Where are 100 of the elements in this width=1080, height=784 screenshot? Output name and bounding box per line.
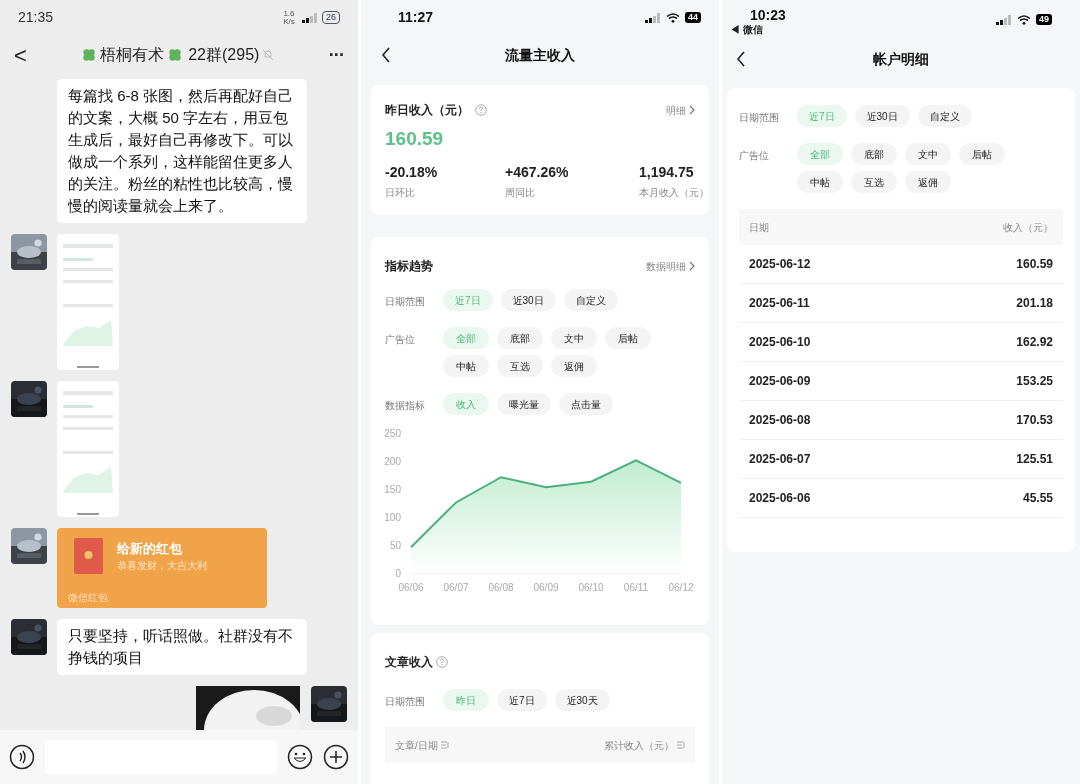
axis-label: 150 xyxy=(384,484,401,495)
axis-label: 50 xyxy=(389,540,401,551)
axis-label: 06/09 xyxy=(533,582,559,593)
axis-label: 0 xyxy=(395,568,401,579)
filter-chip[interactable]: 后帖 xyxy=(605,327,651,349)
filter-chip[interactable]: 近7日 xyxy=(497,689,547,711)
data-detail-link[interactable]: 数据明细 xyxy=(646,258,686,274)
page-title: 流量主收入 xyxy=(505,45,575,65)
table-cell-text: 2025-06-10 xyxy=(749,334,811,351)
clover-icon xyxy=(167,47,184,63)
stat-label: 周同比 xyxy=(505,185,536,200)
section-title: 文章收入 xyxy=(385,654,433,671)
emoji-icon[interactable] xyxy=(287,744,313,770)
filter-label: 日期范围 xyxy=(385,695,426,709)
clover-icon xyxy=(81,47,98,63)
detail-link[interactable]: 明细 xyxy=(666,102,686,118)
stat-value: 1,194.75 xyxy=(639,162,695,182)
filter-chip[interactable]: 互选 xyxy=(851,171,897,193)
filter-chip[interactable]: 中帖 xyxy=(443,355,489,377)
table-cell-text: 201.18 xyxy=(1016,295,1053,312)
axis-label: 06/06 xyxy=(398,582,424,593)
packet-greeting: 恭喜发财，大吉大利 xyxy=(117,559,207,574)
filter-chip[interactable]: 自定义 xyxy=(563,289,618,311)
column-header: 文章/日期 xyxy=(395,738,438,753)
axis-label: 250 xyxy=(384,428,401,439)
stat-label: 日环比 xyxy=(385,185,416,200)
filter-chip[interactable]: 文中 xyxy=(551,327,597,349)
filter-chip[interactable]: 底部 xyxy=(851,143,897,165)
filter-chip[interactable]: 近30日 xyxy=(500,289,556,311)
axis-label: 06/07 xyxy=(443,582,469,593)
chat-count: 22群(295) xyxy=(188,45,260,65)
battery-icon: 49 xyxy=(1036,14,1052,25)
table-cell-text: 160.59 xyxy=(1016,256,1053,273)
table-cell-text: 2025-06-08 xyxy=(749,412,811,429)
table-cell-text: 2025-06-09 xyxy=(749,373,811,390)
back-to-app-link[interactable]: ◀ 微信 xyxy=(730,24,786,36)
filter-chip[interactable]: 后帖 xyxy=(959,143,1005,165)
stat-value: -20.18% xyxy=(385,162,439,182)
income-value: 160.59 xyxy=(385,127,445,151)
card-title: 昨日收入（元） xyxy=(385,102,469,119)
filter-chip[interactable]: 曝光量 xyxy=(497,393,551,415)
back-icon[interactable] xyxy=(381,47,391,63)
battery-icon: 26 xyxy=(322,11,340,24)
wifi-icon xyxy=(1017,14,1031,25)
filter-chip[interactable]: 返佣 xyxy=(905,171,951,193)
envelope-icon xyxy=(74,538,103,574)
filter-label: 广告位 xyxy=(385,333,416,347)
filter-chip[interactable]: 点击量 xyxy=(559,393,613,415)
table-cell-text: 125.51 xyxy=(1016,451,1053,468)
axis-label: 06/10 xyxy=(578,582,604,593)
battery-icon: 44 xyxy=(685,12,701,23)
message-bubble: 只要坚持，听话照做。社群没有不挣钱的项目 xyxy=(57,619,307,675)
chevron-icon xyxy=(689,105,695,115)
table-cell-text: 153.25 xyxy=(1016,373,1053,390)
voice-icon[interactable] xyxy=(9,744,35,770)
table-cell-text: 2025-06-07 xyxy=(749,451,811,468)
signal-icon xyxy=(645,12,661,23)
axis-label: 200 xyxy=(384,456,401,467)
filter-chip[interactable]: 中帖 xyxy=(797,171,843,193)
signal-icon xyxy=(302,12,318,23)
axis-label: 100 xyxy=(384,512,401,523)
table-cell-text: 170.53 xyxy=(1016,412,1053,429)
stat-value: +467.26% xyxy=(505,162,570,182)
more-button[interactable]: ··· xyxy=(328,41,344,69)
chat-title: 梧桐有术 xyxy=(100,45,165,65)
back-button[interactable]: < xyxy=(14,38,27,72)
filter-label: 数据指标 xyxy=(385,399,426,413)
chevron-icon xyxy=(689,261,695,271)
signal-icon xyxy=(996,14,1012,25)
filter-label: 日期范围 xyxy=(739,111,780,125)
mute-icon xyxy=(262,49,275,61)
wifi-icon xyxy=(666,12,680,23)
filter-chip[interactable]: 文中 xyxy=(905,143,951,165)
filter-chip[interactable]: 返佣 xyxy=(551,355,597,377)
message-bubble: 每篇找 6-8 张图，然后再配好自己的文案，大概 50 字左右，用豆包生成后，最好自己再修改下。可以做成一个系列，这样能留住更多人的关注。粉丝的粘性也比较高，慢慢的阅读量就会上来了。 xyxy=(57,79,307,223)
filter-chip[interactable]: 自定义 xyxy=(917,105,972,127)
table-cell-text: 162.92 xyxy=(1016,334,1053,351)
filter-label: 日期范围 xyxy=(385,295,426,309)
page-title: 帐户明细 xyxy=(873,49,929,69)
filter-chip[interactable]: 底部 xyxy=(497,327,543,349)
filter-chip[interactable]: 近30日 xyxy=(854,105,910,127)
axis-label: 06/12 xyxy=(668,582,694,593)
status-time: 21:35 xyxy=(18,8,54,27)
packet-title: 给新的红包 xyxy=(117,539,183,558)
add-icon[interactable] xyxy=(323,744,349,770)
network-speed: 1.6 K/s xyxy=(282,9,296,26)
column-header: 累计收入（元） xyxy=(604,738,674,753)
table-cell-text: 2025-06-12 xyxy=(749,256,811,273)
back-icon[interactable] xyxy=(736,51,746,67)
status-time: 10:23 xyxy=(750,6,786,24)
table-cell-text: 45.55 xyxy=(1022,490,1053,507)
packet-label: 微信红包 xyxy=(68,591,109,605)
filter-label: 广告位 xyxy=(739,149,770,163)
filter-chip[interactable]: 互选 xyxy=(497,355,543,377)
table-cell-text: 2025-06-11 xyxy=(749,295,810,312)
status-time: 11:27 xyxy=(398,8,434,27)
column-header: 收入（元） xyxy=(1003,220,1053,235)
axis-label: 06/11 xyxy=(623,582,649,593)
table-cell-text: 2025-06-06 xyxy=(749,490,811,507)
filter-chip[interactable]: 近30天 xyxy=(554,689,610,711)
